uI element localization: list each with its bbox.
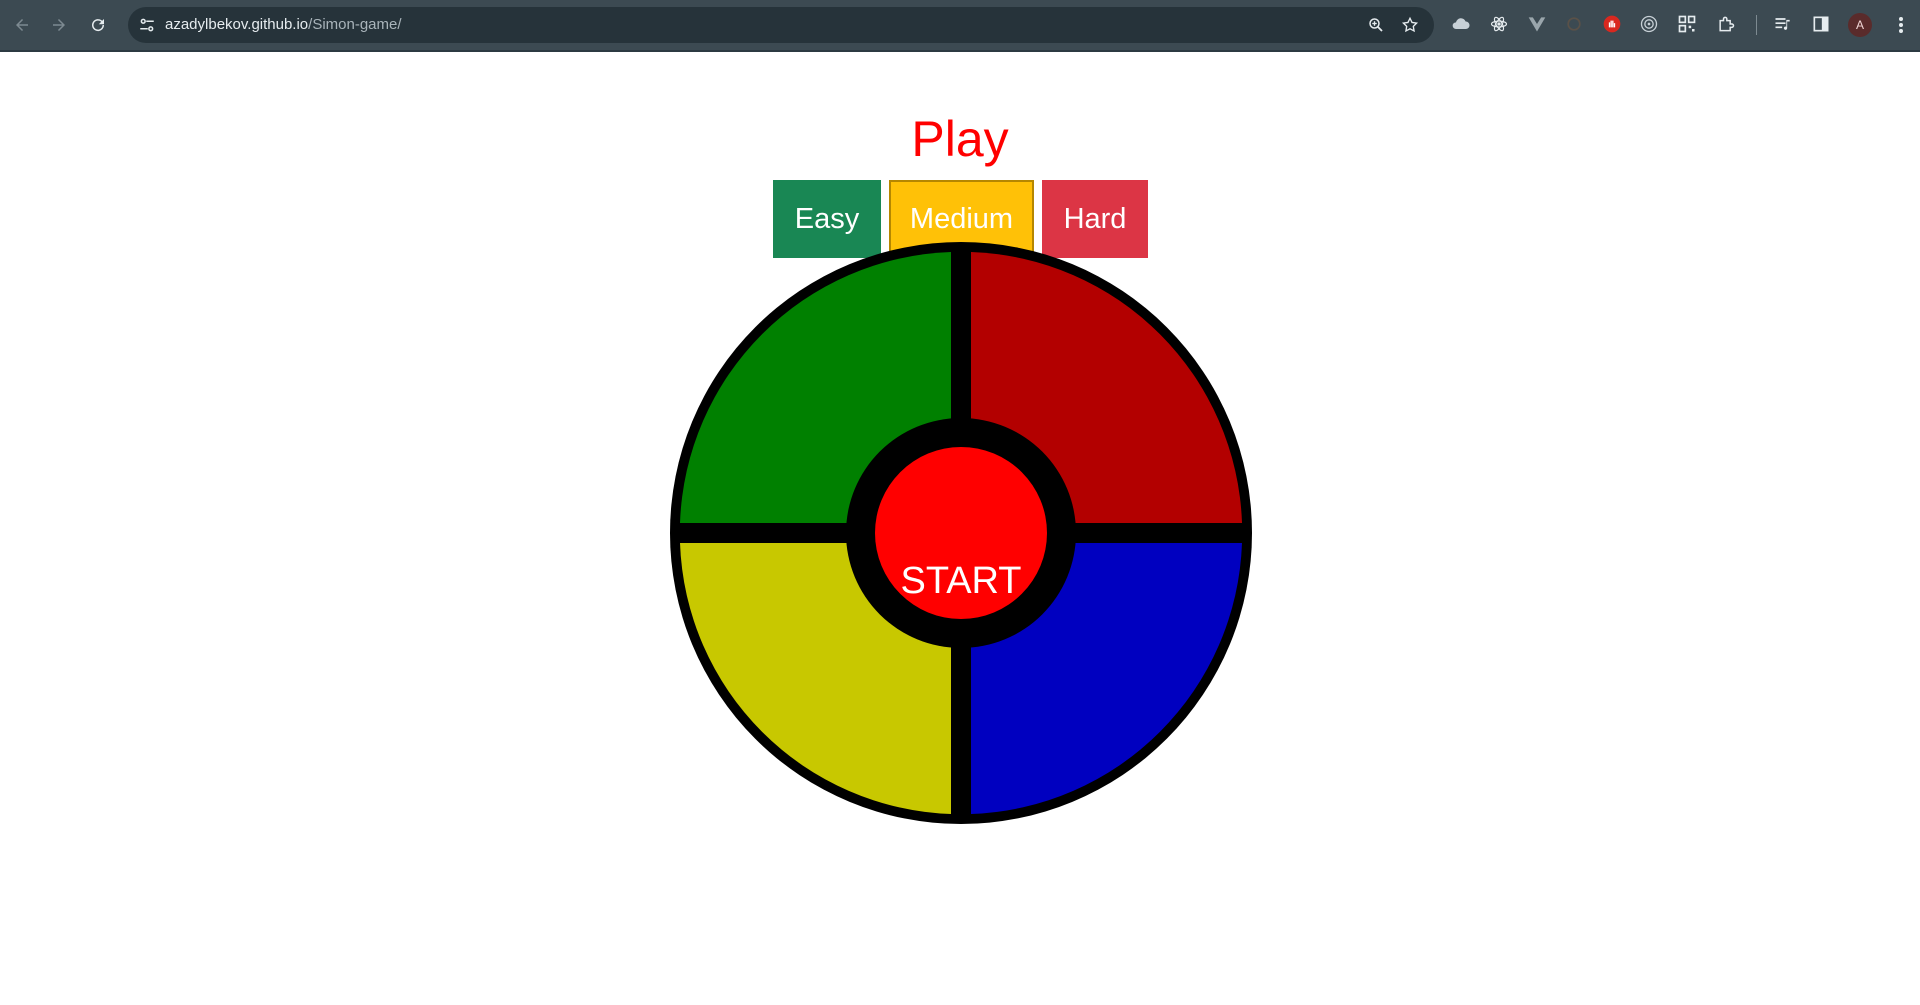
cloud-extension-icon[interactable]	[1450, 13, 1472, 35]
reload-icon	[92, 19, 105, 32]
address-bar[interactable]: azadylbekov.github.io/Simon-game/	[128, 7, 1434, 43]
arrow-left-icon	[16, 19, 28, 31]
react-extension-icon[interactable]	[1488, 13, 1510, 35]
site-settings-icon[interactable]	[138, 16, 156, 34]
side-panel-icon[interactable]	[1810, 13, 1832, 35]
arrow-right-icon	[53, 19, 65, 31]
qr-code-extension-icon[interactable]	[1676, 13, 1698, 35]
hand-extension-icon[interactable]	[1601, 13, 1623, 35]
browser-toolbar: azadylbekov.github.io/Simon-game/ A	[0, 0, 1920, 50]
target-extension-icon[interactable]	[1638, 13, 1660, 35]
zoom-icon[interactable]	[1367, 16, 1385, 34]
toolbar-divider	[1756, 15, 1757, 35]
forward-button[interactable]	[45, 11, 73, 39]
url-domain: azadylbekov.github.io	[165, 16, 309, 33]
media-queue-icon[interactable]	[1772, 13, 1794, 35]
redux-extension-icon[interactable]	[1563, 13, 1585, 35]
profile-avatar[interactable]: A	[1848, 13, 1872, 37]
start-button[interactable]	[875, 447, 1047, 619]
url-path: /Simon-game/	[308, 16, 402, 33]
back-button[interactable]	[8, 11, 36, 39]
vue-extension-icon[interactable]	[1526, 13, 1548, 35]
bookmark-star-icon[interactable]	[1401, 16, 1419, 34]
game-title: Play	[911, 111, 1009, 167]
more-vert-icon[interactable]	[1891, 13, 1911, 37]
reload-button[interactable]	[84, 11, 112, 39]
url-text[interactable]: azadylbekov.github.io/Simon-game/	[165, 16, 402, 33]
simon-board	[670, 242, 1252, 824]
extensions-puzzle-icon[interactable]	[1715, 13, 1737, 35]
